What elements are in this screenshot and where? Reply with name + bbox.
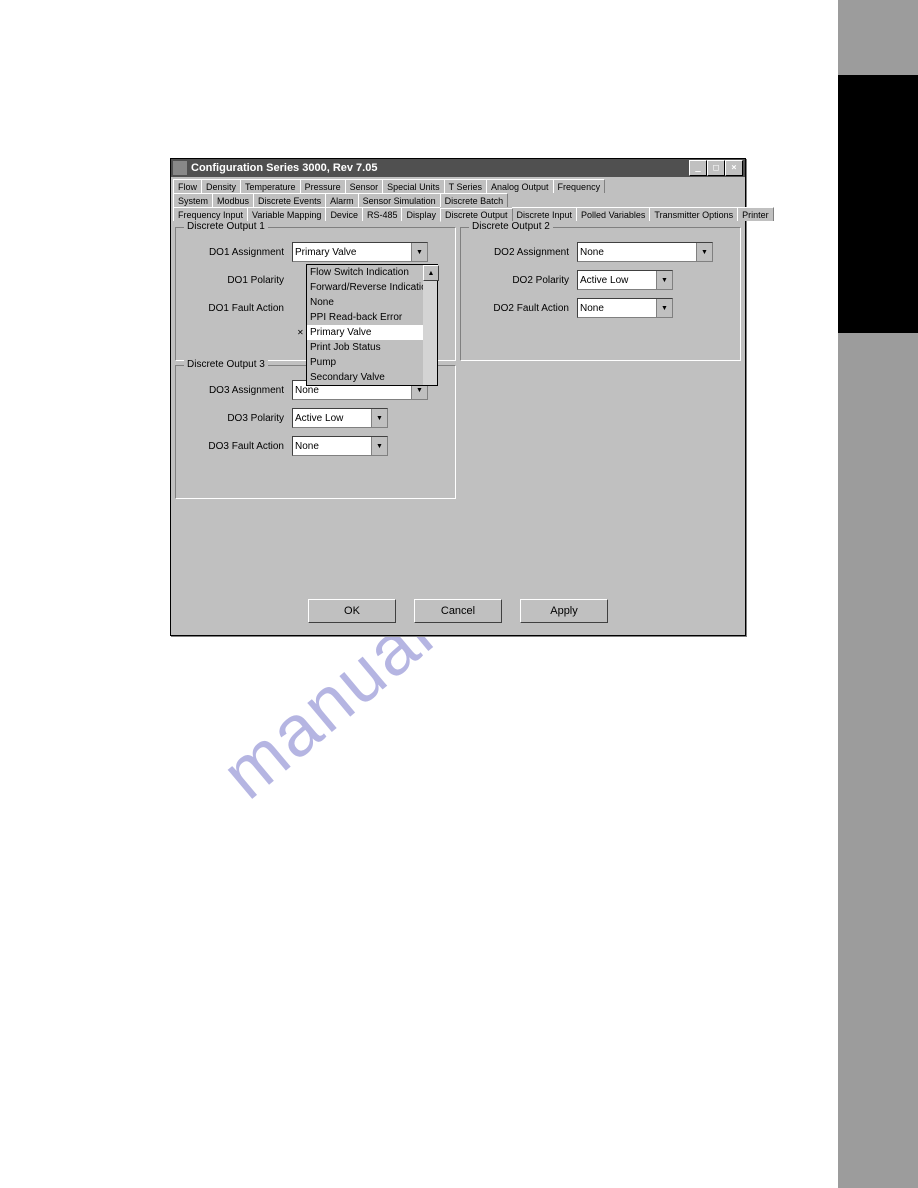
tab-pressure[interactable]: Pressure [300, 179, 346, 193]
do2-fault-value: None [580, 303, 604, 314]
do2-assignment-combo[interactable]: None [577, 242, 713, 262]
tab-discrete-input[interactable]: Discrete Input [512, 207, 578, 221]
dropdown-option[interactable]: Flow Switch Indication [307, 265, 437, 280]
dropdown-option[interactable]: Pump [307, 355, 437, 370]
group-do2: Discrete Output 2 DO2 Assignment None DO… [460, 227, 741, 361]
do3-fault-value: None [295, 441, 319, 452]
do3-assignment-value: None [295, 385, 319, 396]
tab-discrete-events[interactable]: Discrete Events [253, 193, 326, 207]
dropdown-option[interactable]: Print Job Status [307, 340, 437, 355]
dropdown-scrollbar[interactable]: ▲ [423, 265, 437, 385]
tab-modbus[interactable]: Modbus [212, 193, 254, 207]
window-title: Configuration Series 3000, Rev 7.05 [191, 162, 689, 174]
chevron-down-icon[interactable] [656, 271, 672, 289]
do3-fault-label: DO3 Fault Action [184, 441, 292, 452]
do2-polarity-combo[interactable]: Active Low [577, 270, 673, 290]
config-window: Configuration Series 3000, Rev 7.05 _ □ … [170, 158, 746, 636]
chevron-down-icon[interactable] [371, 437, 387, 455]
tab-strip: Flow Density Temperature Pressure Sensor… [173, 179, 743, 221]
tab-alarm[interactable]: Alarm [325, 193, 359, 207]
tab-system[interactable]: System [173, 193, 213, 207]
tab-display[interactable]: Display [401, 207, 441, 221]
tab-sensor[interactable]: Sensor [345, 179, 384, 193]
dropdown-option[interactable]: Forward/Reverse Indication [307, 280, 437, 295]
tab-frequency-input[interactable]: Frequency Input [173, 207, 248, 221]
close-button[interactable]: × [725, 160, 743, 176]
do1-assignment-value: Primary Valve [295, 247, 357, 258]
maximize-button[interactable]: □ [707, 160, 725, 176]
dialog-button-row: OK Cancel Apply [173, 589, 743, 633]
apply-button[interactable]: Apply [520, 599, 608, 623]
do2-polarity-value: Active Low [580, 275, 628, 286]
tab-t-series[interactable]: T Series [444, 179, 487, 193]
do2-fault-combo[interactable]: None [577, 298, 673, 318]
group-do3-title: Discrete Output 3 [184, 359, 268, 370]
tab-discrete-output[interactable]: Discrete Output [440, 208, 513, 222]
do3-assignment-label: DO3 Assignment [184, 385, 292, 396]
cancel-button[interactable]: Cancel [414, 599, 502, 623]
tab-temperature[interactable]: Temperature [240, 179, 301, 193]
group-do1: Discrete Output 1 DO1 Assignment Primary… [175, 227, 456, 361]
do1-assignment-label: DO1 Assignment [184, 247, 292, 258]
do1-polarity-label: DO1 Polarity [184, 275, 292, 286]
chevron-down-icon[interactable] [696, 243, 712, 261]
dropdown-option[interactable]: PPI Read-back Error [307, 310, 437, 325]
sidebar-black-strip [838, 75, 918, 333]
tab-special-units[interactable]: Special Units [382, 179, 445, 193]
do1-assignment-dropdown[interactable]: Flow Switch Indication Forward/Reverse I… [306, 264, 438, 386]
tab-variable-mapping[interactable]: Variable Mapping [247, 207, 326, 221]
do3-polarity-label: DO3 Polarity [184, 413, 292, 424]
app-icon [173, 161, 187, 175]
dropdown-option-selected[interactable]: Primary Valve [307, 325, 437, 340]
tab-rs485[interactable]: RS-485 [362, 207, 403, 221]
dropdown-option[interactable]: None [307, 295, 437, 310]
do1-fault-label: DO1 Fault Action [184, 303, 292, 314]
tab-discrete-batch[interactable]: Discrete Batch [440, 193, 509, 207]
tab-sensor-simulation[interactable]: Sensor Simulation [358, 193, 441, 207]
do3-polarity-combo[interactable]: Active Low [292, 408, 388, 428]
ok-button[interactable]: OK [308, 599, 396, 623]
tab-printer[interactable]: Printer [737, 207, 774, 221]
chevron-down-icon[interactable] [371, 409, 387, 427]
window-titlebar: Configuration Series 3000, Rev 7.05 _ □ … [171, 159, 745, 177]
group-do1-title: Discrete Output 1 [184, 221, 268, 232]
tab-polled-variables[interactable]: Polled Variables [576, 207, 650, 221]
dropdown-option[interactable]: Secondary Valve [307, 370, 437, 385]
do3-fault-combo[interactable]: None [292, 436, 388, 456]
chevron-down-icon[interactable] [411, 243, 427, 261]
tab-transmitter-options[interactable]: Transmitter Options [649, 207, 738, 221]
tab-density[interactable]: Density [201, 179, 241, 193]
tab-flow[interactable]: Flow [173, 179, 202, 193]
do2-fault-label: DO2 Fault Action [469, 303, 577, 314]
chevron-down-icon[interactable] [656, 299, 672, 317]
minimize-button[interactable]: _ [689, 160, 707, 176]
do3-polarity-value: Active Low [295, 413, 343, 424]
do2-assignment-label: DO2 Assignment [469, 247, 577, 258]
tab-frequency[interactable]: Frequency [553, 179, 606, 193]
tab-analog-output[interactable]: Analog Output [486, 179, 554, 193]
scroll-up-icon[interactable]: ▲ [423, 265, 439, 281]
do2-assignment-value: None [580, 247, 604, 258]
group-do2-title: Discrete Output 2 [469, 221, 553, 232]
tab-device[interactable]: Device [325, 207, 363, 221]
do2-polarity-label: DO2 Polarity [469, 275, 577, 286]
do1-assignment-combo[interactable]: Primary Valve [292, 242, 428, 262]
